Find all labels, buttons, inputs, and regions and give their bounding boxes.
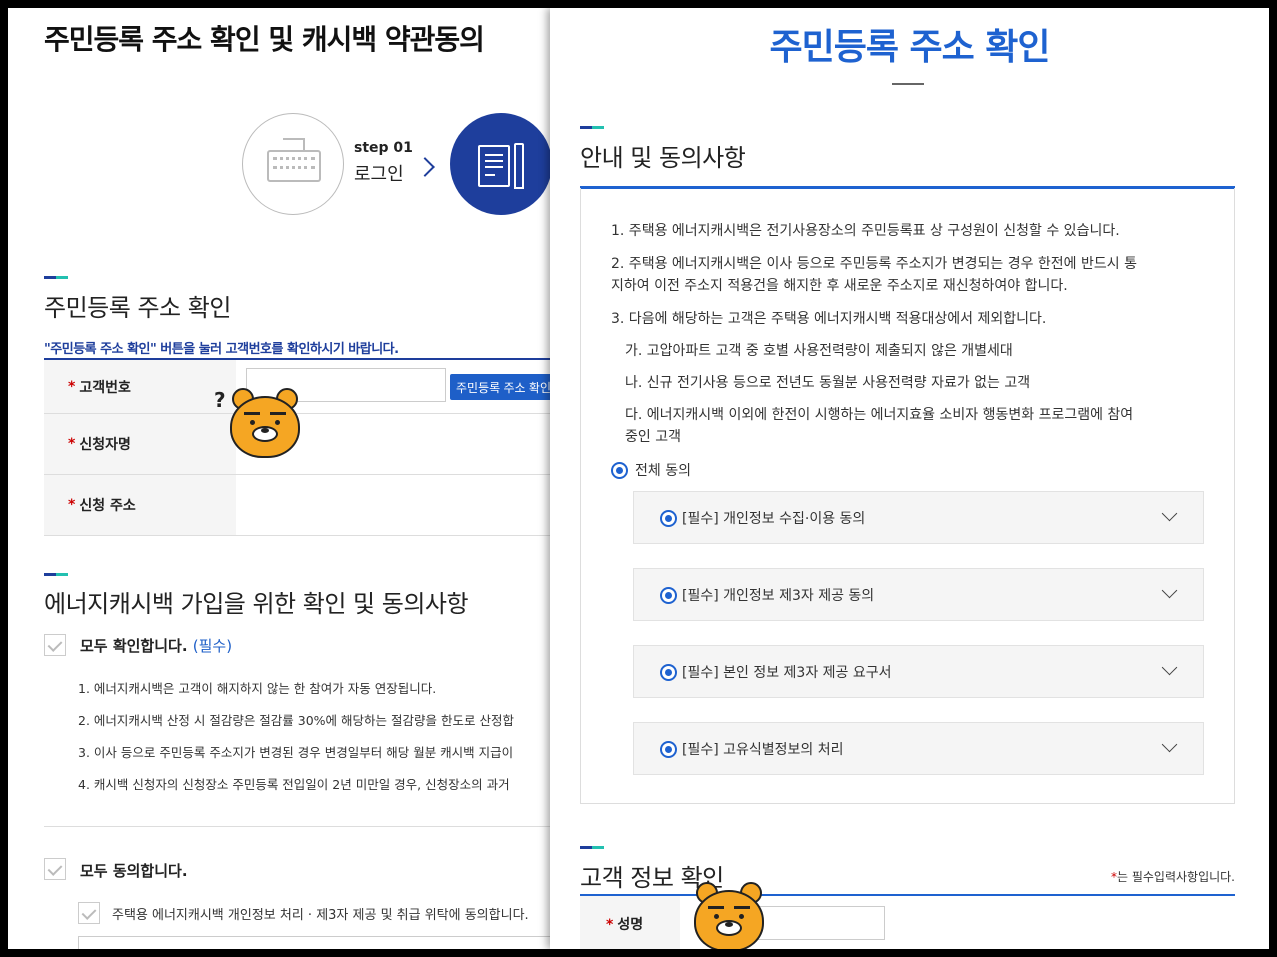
applicant-name-label: * 신청자명 (44, 414, 236, 474)
required-note: *는 필수입력사항입니다. (1110, 870, 1235, 884)
accordion-privacy-collection[interactable]: [필수] 개인정보 수집·이용 동의 (633, 491, 1204, 544)
all-agree-radio[interactable] (611, 462, 628, 479)
accordion-own-info[interactable]: [필수] 본인 정보 제3자 제공 요구서 (633, 645, 1204, 698)
accordion-label: [필수] 개인정보 제3자 제공 동의 (682, 588, 875, 604)
guide-section-title: 안내 및 동의사항 (580, 144, 746, 172)
agree-all-label: 모두 동의합니다. (80, 862, 188, 880)
list-item: 2. 에너지캐시백 산정 시 절감량은 절감률 30%에 해당하는 절감량을 한… (78, 713, 514, 728)
step-login-circle (242, 113, 344, 215)
customer-info-table: * 성명 (580, 894, 1235, 949)
form-row-customer-no: * 고객번호 주민등록 주소 확인 (44, 360, 568, 414)
question-mark-icon: ? (214, 388, 226, 412)
step-01-label: step 01 로그인 (354, 140, 413, 186)
chevron-right-icon (415, 157, 435, 177)
guide-item-2: 2. 주택용 에너지캐시백은 이사 등으로 주민등록 주소지가 변경되는 경우 … (611, 256, 1137, 272)
keyboard-icon (267, 150, 321, 182)
accordion-unique-id[interactable]: [필수] 고유식별정보의 처리 (633, 722, 1204, 775)
divider (44, 826, 564, 827)
chevron-down-icon[interactable] (1161, 582, 1178, 599)
guide-item-1: 1. 주택용 에너지캐시백은 전기사용장소의 주민등록표 상 구성원이 신청할 … (611, 223, 1120, 239)
chevron-down-icon[interactable] (1161, 659, 1178, 676)
keyboard-icon-wire (283, 138, 305, 150)
applicant-address-value (236, 475, 564, 535)
all-agree-label: 전체 동의 (635, 463, 691, 479)
guide-item-3: 3. 다음에 해당하는 고객은 주택용 에너지캐시백 적용대상에서 제외합니다. (611, 311, 1047, 327)
step-agreement-circle (450, 113, 552, 215)
step-name: 로그인 (354, 164, 404, 185)
popup-title: 주민등록 주소 확인 (769, 27, 1050, 68)
agree-all-checkbox[interactable] (44, 858, 66, 880)
ryan-character-thinking (230, 386, 304, 482)
energy-terms-list: 1. 에너지캐시백은 고객이 해지하지 않는 한 참여가 자동 연장됩니다. 2… (78, 678, 558, 806)
step-number: step 01 (354, 140, 413, 156)
title-divider (892, 83, 924, 85)
chevron-down-icon[interactable] (1161, 736, 1178, 753)
customer-no-label: * 고객번호 (44, 360, 236, 413)
confirm-all-checkbox[interactable] (44, 634, 66, 656)
sub-agree-label: 주택용 에너지캐시백 개인정보 처리 · 제3자 제공 및 취급 위탁에 동의합… (112, 908, 529, 923)
unique-id-radio[interactable] (660, 741, 677, 758)
address-notice: "주민등록 주소 확인" 버튼을 눌러 고객번호를 확인하시기 바랍니다. (44, 342, 399, 357)
background-page: 주민등록 주소 확인 및 캐시백 약관동의 step 01 로그인 주민등록 주… (8, 8, 568, 949)
address-form-table: * 고객번호 주민등록 주소 확인 * 신청자명 * 신청 주소 (44, 358, 568, 536)
accordion-label: [필수] 본인 정보 제3자 제공 요구서 (682, 665, 892, 681)
address-section-title: 주민등록 주소 확인 (44, 294, 231, 322)
ryan-character (694, 880, 768, 949)
sub-agree-checkbox[interactable] (78, 902, 100, 924)
section-accent (44, 573, 68, 576)
own-info-radio[interactable] (660, 664, 677, 681)
guide-item-3a: 가. 고압아파트 고객 중 호별 사용전력량이 제출되지 않은 개별세대 (625, 343, 1013, 359)
list-item: 4. 캐시백 신청자의 신청장소 주민등록 전입일이 2년 미만일 경우, 신청… (78, 777, 510, 792)
form-row-applicant: * 신청자명 (44, 414, 564, 475)
chevron-down-icon[interactable] (1161, 505, 1178, 522)
form-row-address: * 신청 주소 (44, 475, 564, 536)
screen: 주민등록 주소 확인 및 캐시백 약관동의 step 01 로그인 주민등록 주… (8, 8, 1269, 949)
sub-agree-content (78, 936, 558, 949)
document-icon (478, 145, 510, 187)
list-item: 3. 이사 등으로 주민등록 주소지가 변경된 경우 변경일부터 해당 월분 캐… (78, 745, 514, 760)
address-popup: 주민등록 주소 확인 안내 및 동의사항 1. 주택용 에너지캐시백은 전기사용… (550, 8, 1269, 949)
section-accent (580, 846, 604, 849)
accordion-third-party[interactable]: [필수] 개인정보 제3자 제공 동의 (633, 568, 1204, 621)
list-item: 1. 에너지캐시백은 고객이 해지하지 않는 한 참여가 자동 연장됩니다. (78, 681, 437, 696)
guide-item-2-cont: 지하여 이전 주소지 적용건을 해지한 후 새로운 주소지로 재신청하여야 합니… (611, 278, 1068, 294)
applicant-address-label: * 신청 주소 (44, 475, 236, 535)
pen-icon (514, 143, 524, 189)
guide-item-3b: 나. 신규 전기사용 등으로 전년도 동월분 사용전력량 자료가 없는 고객 (625, 375, 1031, 391)
accordion-label: [필수] 개인정보 수집·이용 동의 (682, 511, 866, 527)
third-party-radio[interactable] (660, 587, 677, 604)
privacy-collection-radio[interactable] (660, 510, 677, 527)
section-accent (580, 126, 604, 129)
accordion-label: [필수] 고유식별정보의 처리 (682, 742, 844, 758)
section-accent (44, 276, 68, 279)
confirm-all-label: 모두 확인합니다. (필수) (80, 637, 233, 655)
energy-section-title: 에너지캐시백 가입을 위한 확인 및 동의사항 (44, 590, 469, 618)
name-label: * 성명 (580, 896, 680, 949)
page-title: 주민등록 주소 확인 및 캐시백 약관동의 (44, 23, 485, 56)
guide-item-3c-cont: 중인 고객 (625, 429, 681, 445)
guide-item-3c: 다. 에너지캐시백 이외에 한전이 시행하는 에너지효율 소비자 행동변화 프로… (625, 407, 1134, 423)
